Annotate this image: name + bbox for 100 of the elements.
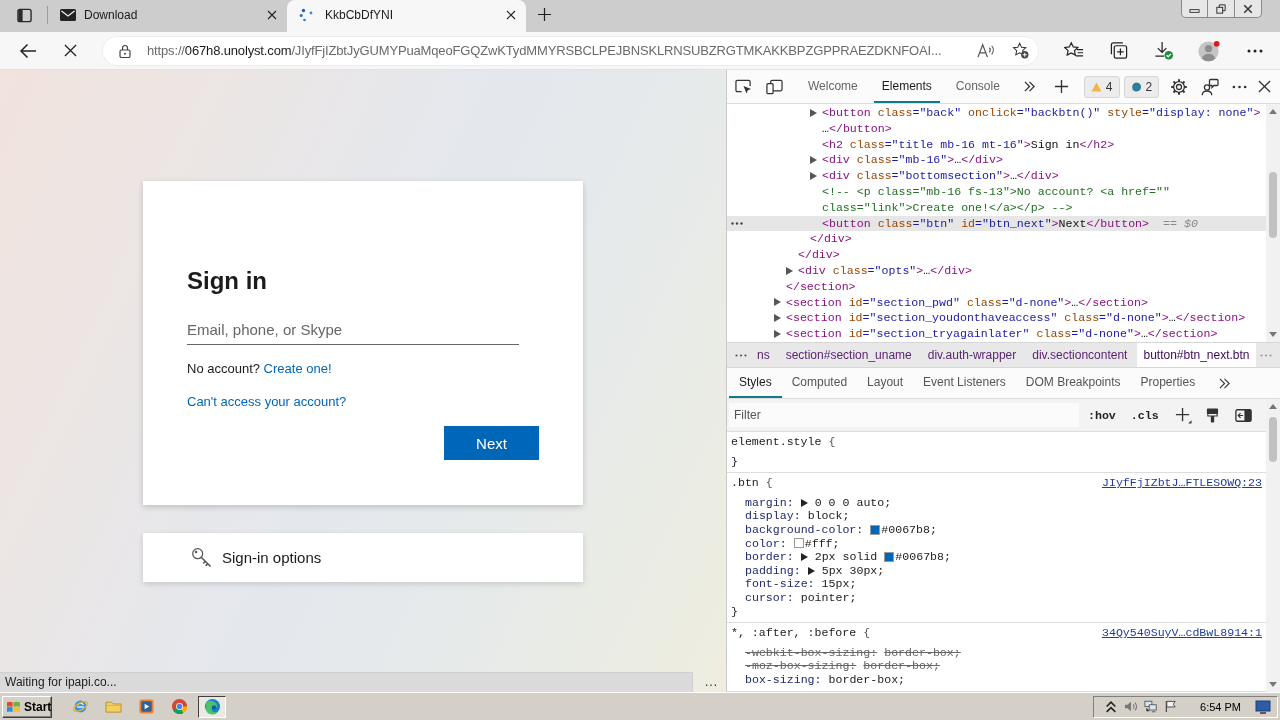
network-icon[interactable] [1144, 700, 1159, 713]
source-link[interactable]: 34Qy540SuyV…cdBwL8914:1 [1101, 626, 1262, 640]
property-value[interactable]: 15px; [821, 577, 857, 591]
chevron-double-icon[interactable] [1023, 81, 1035, 92]
disclosure-triangle-icon[interactable] [774, 298, 781, 307]
paint-brush-icon[interactable] [1205, 407, 1219, 423]
breadcrumb[interactable]: ns [751, 343, 776, 367]
create-account-link[interactable]: Create one! [263, 361, 332, 376]
close-icon[interactable] [506, 9, 516, 20]
styles-pane-tab[interactable]: Computed [781, 368, 858, 398]
flag-icon[interactable] [1164, 700, 1179, 713]
disclosure-triangle-icon[interactable] [786, 266, 793, 275]
dom-closing-tag[interactable]: </div> [727, 247, 1266, 263]
settings-icon[interactable] [1170, 77, 1189, 96]
property-value[interactable]: #fff; [804, 536, 840, 551]
inspect-icon[interactable] [735, 78, 752, 95]
color-swatch-icon[interactable] [793, 538, 804, 549]
stop-icon[interactable] [64, 44, 77, 57]
property-value[interactable]: 0 0 0 auto; [814, 495, 892, 510]
property-value[interactable]: border-box; [884, 645, 961, 660]
property-name[interactable]: padding: [745, 563, 801, 578]
more-icon[interactable] [1247, 48, 1263, 53]
address-bar[interactable]: https://067h8.unolyst.com/JIyfFjIZbtJyGUMYPuaMqeoFGQZwKTydMMYRSBCLPEJBNSKLRNSUBZRGTMKAKKBPZGPPRAEZDKNFOAI... [102, 35, 1039, 66]
scroll-down-icon[interactable] [1269, 332, 1277, 337]
start-button[interactable]: Start [2, 695, 52, 718]
disclosure-triangle-icon[interactable] [810, 156, 817, 165]
scroll-up-icon[interactable] [1269, 404, 1277, 409]
property-value[interactable]: block; [807, 509, 850, 523]
disclosure-triangle-icon[interactable] [810, 172, 817, 181]
dom-node[interactable]: <section id="section_youdonthaveaccess" class="d-none">…</section> [727, 310, 1266, 327]
dom-node[interactable]: <h2 class="title mb-16 mt-16">Sign in</h2> [727, 136, 1266, 153]
property-name[interactable]: -moz-box-sizing: [745, 659, 857, 673]
sidebar-toggle-icon[interactable] [1234, 408, 1252, 422]
device-icon[interactable] [766, 78, 783, 95]
sign-in-options-button[interactable]: Sign-in options [143, 533, 583, 582]
hover-state-button[interactable]: :hov [1084, 408, 1120, 422]
source-link[interactable]: JIyfFjIZbtJ…FTLESOWQ:23 [1101, 476, 1262, 490]
filter-field[interactable]: Filter [729, 403, 1079, 427]
property-name[interactable]: box-sizing: [745, 672, 822, 687]
dom-node[interactable]: <!-- <p class="mb-16 fs-13">No account? <a href="" class="link">Create one!</a></p> --> [727, 184, 1266, 216]
property-value[interactable]: border-box; [828, 672, 906, 687]
styles-pane-tab[interactable]: Properties [1130, 368, 1206, 398]
plus-icon[interactable] [537, 7, 552, 22]
close-icon[interactable] [1258, 80, 1272, 93]
issues-counter[interactable]: 4 [1083, 75, 1120, 98]
property-value[interactable]: #0067b8; [895, 550, 951, 564]
feedback-icon[interactable] [1201, 77, 1220, 96]
dom-node[interactable]: <section id="section_tryagainlater" class="d-none">…</section> [727, 326, 1266, 342]
breadcrumb[interactable]: div.auth-wrapper [921, 343, 1023, 367]
restore-button[interactable] [1208, 0, 1235, 18]
disclosure-triangle-icon[interactable] [800, 498, 808, 507]
speaker-icon[interactable] [1124, 700, 1139, 713]
color-swatch-icon[interactable] [870, 524, 881, 535]
lock-icon[interactable] [119, 43, 131, 58]
dom-closing-tag[interactable]: </section> [727, 278, 1266, 295]
minimize-button[interactable] [1181, 0, 1208, 18]
favorites-icon[interactable] [1064, 41, 1084, 60]
plus-icon[interactable] [1053, 79, 1069, 94]
class-toggle-button[interactable]: .cls [1126, 408, 1163, 422]
property-name[interactable]: -webkit-box-sizing: [745, 645, 878, 660]
devtools-tab[interactable]: Elements [873, 70, 940, 103]
property-name[interactable]: cursor: [745, 590, 794, 605]
breadcrumb[interactable]: button#btn_next.btn [1137, 343, 1256, 367]
property-name[interactable]: background-color: [745, 522, 864, 537]
styles-pane-tab[interactable]: Event Listeners [913, 368, 1016, 398]
read-aloud-icon[interactable] [977, 42, 996, 59]
property-value[interactable]: 5px 30px; [821, 563, 885, 578]
back-arrow-icon[interactable] [19, 42, 37, 59]
disclosure-triangle-icon[interactable] [774, 314, 781, 323]
new-rule-icon[interactable] [1174, 406, 1192, 424]
scroll-down-icon[interactable] [1269, 682, 1277, 687]
close-icon[interactable] [267, 9, 277, 20]
property-name[interactable]: font-size: [745, 577, 815, 591]
disclosure-triangle-icon[interactable] [774, 330, 781, 339]
download-icon[interactable] [1154, 41, 1174, 60]
account-access-link[interactable]: Can't access your account? [187, 394, 347, 409]
property-name[interactable]: margin: [745, 495, 794, 510]
property-name[interactable]: display: [745, 509, 801, 523]
property-name[interactable]: color: [745, 536, 787, 551]
styles-pane-tab[interactable]: Layout [857, 368, 914, 398]
chevron-up-icon[interactable] [1104, 700, 1119, 713]
browser-tab[interactable]: Download [48, 0, 287, 32]
ellipsis-icon[interactable] [735, 353, 747, 357]
devtools-tab[interactable]: Console [947, 70, 1008, 103]
dom-closing-tag[interactable]: </div> [727, 231, 1266, 248]
property-name[interactable]: border: [745, 550, 794, 564]
browser-tab[interactable]: KkbCbDfYNI [287, 0, 526, 32]
styles-pane-tab[interactable]: DOM Breakpoints [1015, 368, 1131, 398]
collections-icon[interactable] [1109, 41, 1129, 60]
property-value[interactable]: #0067b8; [881, 522, 937, 537]
color-swatch-icon[interactable] [884, 551, 895, 562]
devtools-tab[interactable]: Welcome [800, 70, 866, 103]
issues-counter[interactable]: 2 [1123, 75, 1160, 98]
more-icon[interactable] [731, 221, 743, 225]
dom-node[interactable]: <section id="section_pwd" class="d-none">…</section> [727, 294, 1266, 311]
dom-node[interactable]: <button class="btn" id="btn_next">Next</button> == $0 [727, 215, 1266, 232]
property-value[interactable]: pointer; [800, 590, 857, 605]
breadcrumb[interactable]: section#section_uname [779, 343, 918, 367]
show-desktop-icon[interactable] [1255, 699, 1271, 714]
property-value[interactable]: 2px solid [814, 550, 878, 564]
